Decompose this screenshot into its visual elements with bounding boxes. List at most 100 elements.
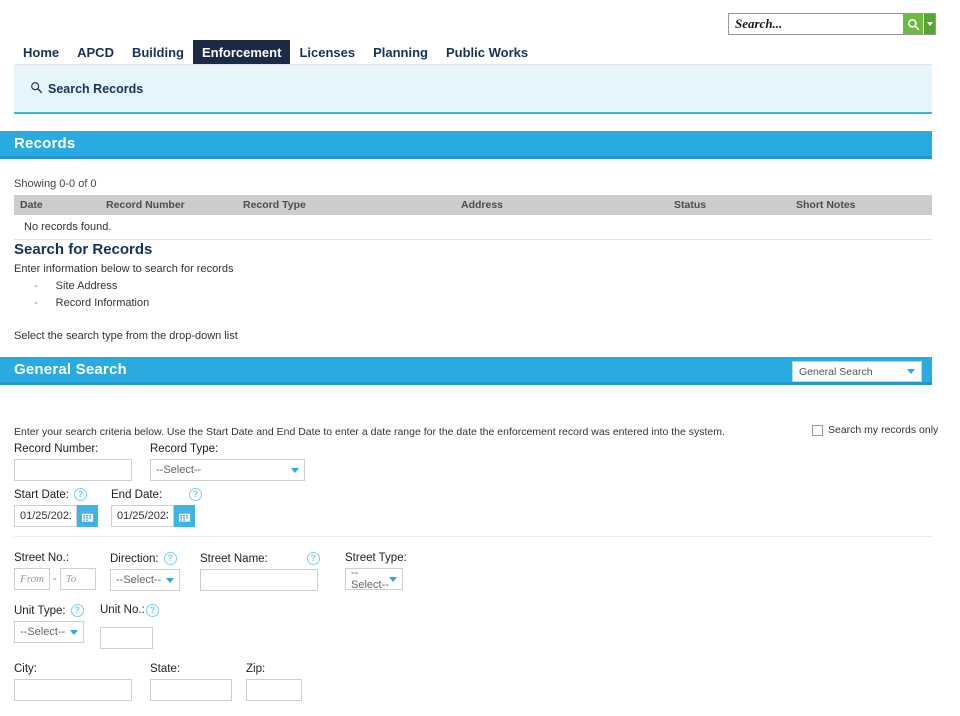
empty-message: No records found.: [14, 215, 932, 240]
column-header-record-number[interactable]: Record Number: [100, 195, 237, 215]
street-name-input[interactable]: [200, 569, 318, 591]
records-title: Records: [14, 135, 76, 152]
table-row-empty: No records found.: [14, 215, 932, 240]
record-number-field-group: Record Number:: [14, 443, 132, 481]
nav-label: Licenses: [299, 44, 356, 60]
state-label: State:: [150, 663, 181, 675]
column-header-record-type[interactable]: Record Type: [237, 195, 455, 215]
list-item: - Record Information: [34, 297, 149, 314]
direction-value: --Select--: [116, 574, 162, 586]
global-search-button[interactable]: [903, 14, 924, 34]
checkbox-icon[interactable]: [812, 424, 823, 436]
start-date-label-text: Start Date:: [14, 488, 69, 501]
nav-label: Building: [131, 44, 184, 60]
nav-item-building[interactable]: Building: [123, 40, 193, 64]
street-no-to-input[interactable]: [59, 568, 96, 590]
help-icon[interactable]: ?: [189, 488, 203, 501]
street-type-field-group: Street Type: --Select--: [345, 552, 407, 591]
bullet-dash-icon: -: [34, 280, 38, 292]
nav-item-enforcement[interactable]: Enforcement: [192, 40, 291, 64]
global-search-input[interactable]: [729, 14, 903, 34]
street-type-label: Street Type:: [345, 552, 407, 564]
street-no-from-input[interactable]: [14, 568, 50, 590]
bullet-label: Site Address: [55, 280, 118, 292]
nav-item-planning[interactable]: Planning: [364, 40, 437, 64]
start-date-label: Start Date: ?: [14, 488, 98, 501]
nav-item-public-works[interactable]: Public Works: [437, 40, 537, 64]
section-divider: [14, 536, 932, 537]
state-input[interactable]: [150, 679, 232, 701]
search-for-records-bullets: - Site Address - Record Information: [34, 280, 149, 314]
unit-type-dropdown[interactable]: --Select--: [14, 621, 84, 643]
end-date-field-group: End Date: ?: [111, 488, 203, 527]
records-showing-count: Showing 0-0 of 0: [14, 178, 97, 190]
city-label: City:: [14, 663, 37, 675]
street-no-separator: -: [53, 573, 57, 585]
nav-label: APCD: [77, 44, 114, 60]
search-my-records-only-checkbox[interactable]: Search my records only: [812, 424, 938, 436]
search-type-dropdown[interactable]: General Search: [792, 361, 922, 382]
street-name-label: Street Name: ?: [200, 552, 320, 565]
help-icon[interactable]: ?: [73, 488, 87, 501]
column-header-date[interactable]: Date: [14, 195, 100, 215]
nav-item-home[interactable]: Home: [14, 40, 68, 64]
record-type-field-group: Record Type: --Select--: [150, 443, 305, 481]
calendar-icon: [81, 510, 94, 522]
start-date-input[interactable]: [14, 505, 77, 527]
direction-field-group: Direction: ? --Select--: [110, 552, 180, 591]
direction-dropdown[interactable]: --Select--: [110, 569, 180, 591]
column-header-status[interactable]: Status: [668, 195, 790, 215]
state-field-group: State:: [150, 663, 232, 701]
street-type-dropdown[interactable]: --Select--: [345, 567, 403, 591]
end-date-calendar-button[interactable]: [174, 505, 195, 527]
nav-item-licenses[interactable]: Licenses: [290, 40, 364, 64]
magnifier-icon: [30, 81, 43, 97]
city-input[interactable]: [14, 679, 132, 701]
search-for-records-subtitle: Enter information below to search for re…: [14, 263, 234, 275]
record-number-input[interactable]: [14, 459, 132, 481]
search-type-value: General Search: [799, 365, 873, 378]
street-type-value: --Select--: [351, 567, 389, 591]
nav-item-apcd[interactable]: APCD: [68, 40, 123, 64]
record-type-label: Record Type:: [150, 443, 219, 455]
end-date-input[interactable]: [111, 505, 174, 527]
general-search-description: Enter your search criteria below. Use th…: [14, 426, 725, 438]
start-date-calendar-button[interactable]: [77, 505, 98, 527]
end-date-label-text: End Date:: [111, 488, 163, 501]
caret-down-icon: [926, 22, 933, 26]
search-for-records-title: Search for Records: [14, 241, 153, 258]
direction-label: Direction: ?: [110, 552, 180, 565]
unit-no-input[interactable]: [100, 627, 153, 649]
help-icon[interactable]: ?: [70, 604, 84, 617]
unit-type-label: Unit Type: ?: [14, 604, 84, 617]
global-search-dropdown-button[interactable]: [923, 14, 935, 34]
record-type-value: --Select--: [156, 464, 202, 476]
bullet-dash-icon: -: [34, 297, 38, 309]
unit-type-value: --Select--: [20, 626, 66, 638]
column-header-short-notes[interactable]: Short Notes: [790, 195, 932, 215]
end-date-label: End Date: ?: [111, 488, 203, 501]
chevron-down-icon: [166, 577, 174, 583]
street-no-field-group: Street No.: -: [14, 552, 96, 590]
street-no-label: Street No.:: [14, 552, 69, 564]
subnav-item-search-records[interactable]: Search Records: [30, 81, 143, 97]
record-type-dropdown[interactable]: --Select--: [150, 459, 305, 481]
search-type-note: Select the search type from the drop-dow…: [14, 330, 238, 342]
global-search-box[interactable]: [728, 13, 936, 35]
table-header-row: Date Record Number Record Type Address S…: [14, 195, 932, 215]
help-icon[interactable]: ?: [146, 604, 159, 617]
zip-input[interactable]: [246, 679, 302, 701]
subnav-label: Search Records: [48, 82, 144, 96]
column-header-address[interactable]: Address: [455, 195, 668, 215]
chevron-down-icon: [291, 467, 299, 473]
help-icon[interactable]: ?: [306, 552, 320, 565]
help-icon[interactable]: ?: [163, 552, 177, 565]
chevron-down-icon: [70, 629, 78, 635]
general-search-header: General Search General Search: [0, 357, 932, 385]
list-item: - Site Address: [34, 280, 149, 297]
nav-label: Planning: [373, 44, 428, 60]
start-date-field-group: Start Date: ?: [14, 488, 98, 527]
street-name-label-text: Street Name:: [200, 552, 268, 565]
checkbox-label: Search my records only: [828, 424, 939, 436]
zip-field-group: Zip:: [246, 663, 302, 701]
